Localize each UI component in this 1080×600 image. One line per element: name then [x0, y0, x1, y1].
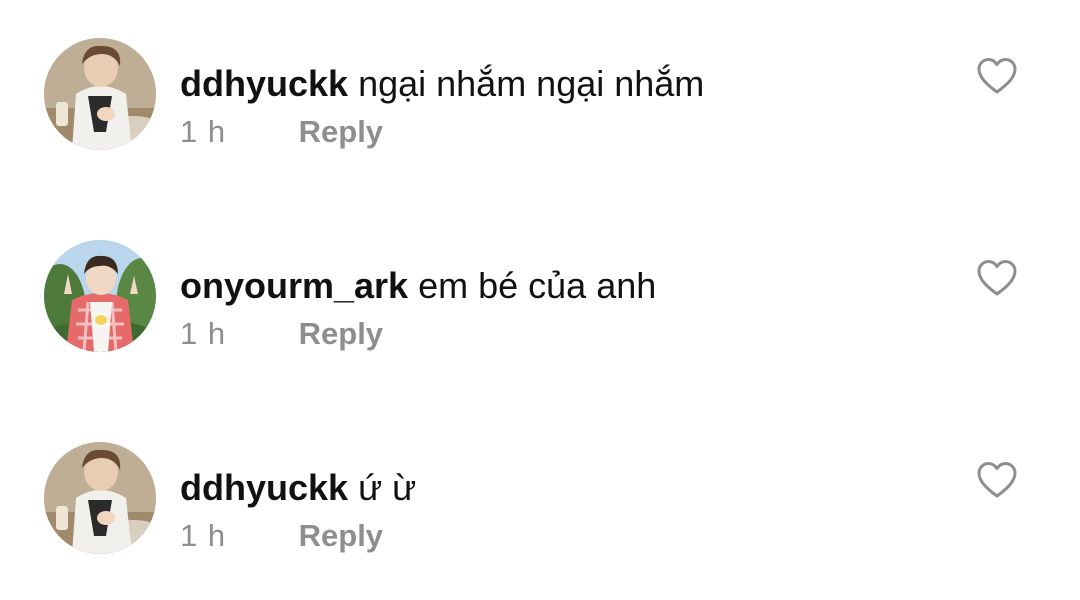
avatar-photo-icon — [44, 38, 156, 150]
avatar[interactable] — [44, 38, 156, 150]
avatar-photo-icon — [44, 240, 156, 352]
avatar[interactable] — [44, 442, 156, 554]
heart-outline-icon — [977, 260, 1017, 296]
avatar[interactable] — [44, 240, 156, 352]
comment-username[interactable]: ddhyuckk — [180, 63, 348, 104]
like-button[interactable] — [976, 56, 1018, 96]
reply-button[interactable]: Reply — [299, 518, 383, 553]
like-button[interactable] — [976, 460, 1018, 500]
comment-timestamp: 1 h — [180, 316, 227, 351]
heart-outline-icon — [977, 58, 1017, 94]
comment-item: ddhyuckk ứ ừ 1 h Reply — [0, 442, 1080, 592]
comment-timestamp: 1 h — [180, 114, 227, 149]
comment-text: em bé của anh — [418, 265, 657, 306]
heart-outline-icon — [977, 462, 1017, 498]
comment-text: ứ ừ — [358, 467, 417, 508]
comment-text-line: onyourm_ark em bé của anh — [180, 264, 656, 308]
comment-item: onyourm_ark em bé của anh 1 h Reply — [0, 240, 1080, 390]
comment-text: ngại nhắm ngại nhắm — [358, 63, 705, 104]
comment-username[interactable]: ddhyuckk — [180, 467, 348, 508]
comment-meta: 1 h Reply — [180, 112, 383, 152]
like-button[interactable] — [976, 258, 1018, 298]
avatar-photo-icon — [44, 442, 156, 554]
comment-meta: 1 h Reply — [180, 516, 383, 556]
comment-meta: 1 h Reply — [180, 314, 383, 354]
comment-timestamp: 1 h — [180, 518, 227, 553]
reply-button[interactable]: Reply — [299, 316, 383, 351]
comment-text-line: ddhyuckk ngại nhắm ngại nhắm — [180, 62, 704, 106]
comment-username[interactable]: onyourm_ark — [180, 265, 408, 306]
comment-item: ddhyuckk ngại nhắm ngại nhắm 1 h Reply — [0, 38, 1080, 188]
reply-button[interactable]: Reply — [299, 114, 383, 149]
comment-text-line: ddhyuckk ứ ừ — [180, 466, 416, 510]
